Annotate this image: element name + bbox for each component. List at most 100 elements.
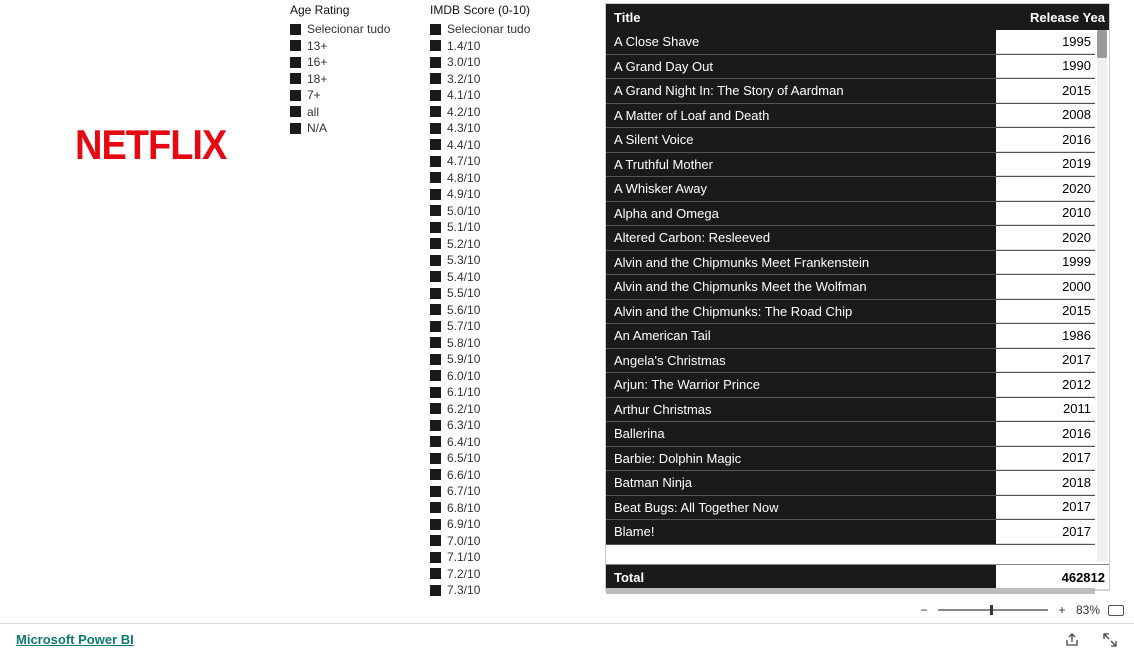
slicer-item[interactable]: 5.9/10	[430, 351, 570, 368]
table-row[interactable]: Alvin and the Chipmunks Meet Frankenstei…	[606, 251, 1095, 276]
slicer-item[interactable]: 4.8/10	[430, 170, 570, 187]
slicer-item-select-all[interactable]: Selecionar tudo	[430, 21, 570, 38]
slicer-item[interactable]: 6.2/10	[430, 401, 570, 418]
slicer-label: 3.0/10	[447, 55, 480, 69]
slicer-item[interactable]: 6.5/10	[430, 450, 570, 467]
table-row[interactable]: A Grand Night In: The Story of Aardman20…	[606, 79, 1095, 104]
slicer-item[interactable]: N/A	[290, 120, 420, 137]
cell-year: 2016	[996, 128, 1095, 152]
slicer-item[interactable]: 5.7/10	[430, 318, 570, 335]
slicer-item[interactable]: 4.9/10	[430, 186, 570, 203]
slicer-item[interactable]: 6.6/10	[430, 467, 570, 484]
slicer-item-select-all[interactable]: Selecionar tudo	[290, 21, 420, 38]
checkbox-icon	[290, 123, 301, 134]
cell-title: An American Tail	[606, 328, 996, 343]
table-row[interactable]: Altered Carbon: Resleeved2020	[606, 226, 1095, 251]
table-row[interactable]: Arjun: The Warrior Prince2012	[606, 373, 1095, 398]
slicer-item[interactable]: 4.4/10	[430, 137, 570, 154]
table-row[interactable]: Batman Ninja2018	[606, 471, 1095, 496]
slicer-item[interactable]: 6.1/10	[430, 384, 570, 401]
slicer-label: 13+	[307, 39, 327, 53]
slicer-item[interactable]: 16+	[290, 54, 420, 71]
slicer-item[interactable]: 6.0/10	[430, 368, 570, 385]
slicer-item[interactable]: 5.1/10	[430, 219, 570, 236]
table-row[interactable]: A Matter of Loaf and Death2008	[606, 104, 1095, 129]
vertical-scrollbar[interactable]	[1097, 30, 1107, 562]
checkbox-icon	[430, 238, 441, 249]
slicer-item[interactable]: 6.4/10	[430, 434, 570, 451]
slicer-item[interactable]: 5.4/10	[430, 269, 570, 286]
share-icon[interactable]	[1064, 632, 1080, 648]
checkbox-icon	[430, 156, 441, 167]
horizontal-scrollbar[interactable]	[606, 588, 1095, 594]
age-rating-slicer: Age Rating Selecionar tudo 13+16+18+7+al…	[290, 3, 420, 137]
slicer-item[interactable]: 7.3/10	[430, 582, 570, 599]
zoom-slider-thumb[interactable]	[990, 605, 993, 615]
slicer-label: 6.3/10	[447, 418, 480, 432]
column-header-year[interactable]: Release Yea	[996, 10, 1109, 25]
slicer-item[interactable]: 3.2/10	[430, 71, 570, 88]
checkbox-icon	[290, 106, 301, 117]
slicer-label: Selecionar tudo	[307, 22, 390, 36]
table-row[interactable]: A Grand Day Out1990	[606, 55, 1095, 80]
table-row[interactable]: Beat Bugs: All Together Now2017	[606, 496, 1095, 521]
slicer-item[interactable]: 4.7/10	[430, 153, 570, 170]
cell-year: 2017	[996, 520, 1095, 544]
slicer-item[interactable]: 6.3/10	[430, 417, 570, 434]
fit-to-page-icon[interactable]	[1108, 605, 1124, 616]
slicer-item[interactable]: 4.3/10	[430, 120, 570, 137]
slicer-item[interactable]: 5.8/10	[430, 335, 570, 352]
slicer-item[interactable]: 5.3/10	[430, 252, 570, 269]
slicer-item[interactable]: 7.0/10	[430, 533, 570, 550]
zoom-out-button[interactable]: −	[918, 603, 930, 617]
zoom-in-button[interactable]: +	[1056, 603, 1068, 617]
checkbox-icon	[430, 271, 441, 282]
zoom-slider[interactable]	[938, 609, 1048, 611]
slicer-item[interactable]: 5.6/10	[430, 302, 570, 319]
slicer-item[interactable]: 5.0/10	[430, 203, 570, 220]
table-row[interactable]: Ballerina2016	[606, 422, 1095, 447]
slicer-item[interactable]: 4.1/10	[430, 87, 570, 104]
slicer-item[interactable]: 7.2/10	[430, 566, 570, 583]
slicer-item[interactable]: 5.5/10	[430, 285, 570, 302]
table-row[interactable]: Alvin and the Chipmunks Meet the Wolfman…	[606, 275, 1095, 300]
fullscreen-icon[interactable]	[1102, 632, 1118, 648]
powerbi-link[interactable]: Microsoft Power BI	[16, 632, 134, 647]
slicer-item[interactable]: 3.0/10	[430, 54, 570, 71]
table-row[interactable]: Angela's Christmas2017	[606, 349, 1095, 374]
slicer-item[interactable]: all	[290, 104, 420, 121]
table-row[interactable]: Blame!2017	[606, 520, 1095, 545]
slicer-item[interactable]: 7+	[290, 87, 420, 104]
slicer-item[interactable]: 6.9/10	[430, 516, 570, 533]
slicer-item[interactable]: 5.2/10	[430, 236, 570, 253]
slicer-item[interactable]: 7.1/10	[430, 549, 570, 566]
cell-year: 2011	[996, 398, 1095, 422]
total-value: 462812	[996, 565, 1109, 590]
cell-title: A Close Shave	[606, 34, 996, 49]
zoom-percent: 83%	[1076, 603, 1100, 617]
table-row[interactable]: Alpha and Omega2010	[606, 202, 1095, 227]
table-row[interactable]: A Silent Voice2016	[606, 128, 1095, 153]
slicer-item[interactable]: 6.8/10	[430, 500, 570, 517]
checkbox-icon	[430, 139, 441, 150]
slicer-item[interactable]: 6.7/10	[430, 483, 570, 500]
cell-year: 2020	[996, 177, 1095, 201]
table-row[interactable]: A Truthful Mother2019	[606, 153, 1095, 178]
table-row[interactable]: Barbie: Dolphin Magic2017	[606, 447, 1095, 472]
table-row[interactable]: A Whisker Away2020	[606, 177, 1095, 202]
slicer-item[interactable]: 4.2/10	[430, 104, 570, 121]
table-row[interactable]: Arthur Christmas2011	[606, 398, 1095, 423]
table-row[interactable]: Alvin and the Chipmunks: The Road Chip20…	[606, 300, 1095, 325]
checkbox-icon	[430, 585, 441, 596]
slicer-item[interactable]: 7.4/10	[430, 599, 570, 600]
slicer-item[interactable]: 18+	[290, 71, 420, 88]
table-row[interactable]: An American Tail1986	[606, 324, 1095, 349]
slicer-item[interactable]: 1.4/10	[430, 38, 570, 55]
scrollbar-thumb[interactable]	[1097, 30, 1107, 58]
table-row[interactable]: A Close Shave1995	[606, 30, 1095, 55]
cell-year: 1999	[996, 251, 1095, 275]
checkbox-icon	[430, 552, 441, 563]
zoom-controls: − + 83%	[918, 600, 1124, 620]
column-header-title[interactable]: Title	[606, 10, 996, 25]
slicer-item[interactable]: 13+	[290, 38, 420, 55]
